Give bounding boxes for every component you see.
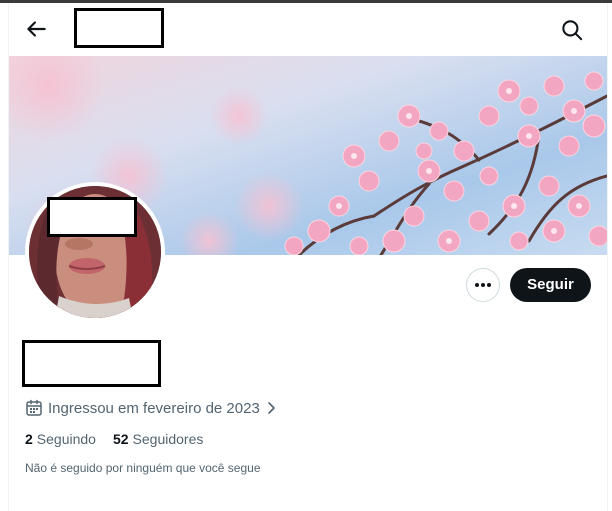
followers-count: 52 [112, 431, 129, 447]
calendar-icon [26, 399, 42, 416]
followed-by-note: Não é seguido por ninguém que você segue [25, 461, 261, 475]
profile-header [9, 3, 607, 56]
following-count: 2 [25, 431, 33, 447]
followers-link[interactable]: 52 Seguidores [113, 431, 203, 447]
search-icon [562, 20, 583, 41]
following-link[interactable]: 2 Seguindo [25, 431, 96, 447]
more-horizontal-icon [475, 283, 491, 287]
chevron-right-icon [267, 402, 275, 414]
more-options-button[interactable] [466, 268, 500, 302]
redacted-display-name [74, 8, 164, 48]
search-button[interactable] [559, 17, 585, 43]
back-button[interactable] [23, 16, 49, 42]
follow-stats: 2 Seguindo 52 Seguidores [25, 430, 220, 448]
joined-date-row[interactable]: Ingressou em fevereiro de 2023 [25, 398, 278, 418]
redacted-profile-name [22, 340, 161, 387]
avatar[interactable] [25, 182, 165, 322]
following-label: Seguindo [36, 431, 96, 447]
follow-button[interactable]: Seguir [510, 268, 591, 302]
profile-page: Seguir Ingressou em fevereiro de 2023 2 … [0, 0, 612, 511]
followers-label: Seguidores [132, 431, 204, 447]
column-border-right [607, 3, 608, 511]
redacted-avatar-overlay [47, 197, 137, 237]
arrow-left-icon [27, 21, 46, 37]
joined-date-text: Ingressou em fevereiro de 2023 [48, 399, 260, 417]
